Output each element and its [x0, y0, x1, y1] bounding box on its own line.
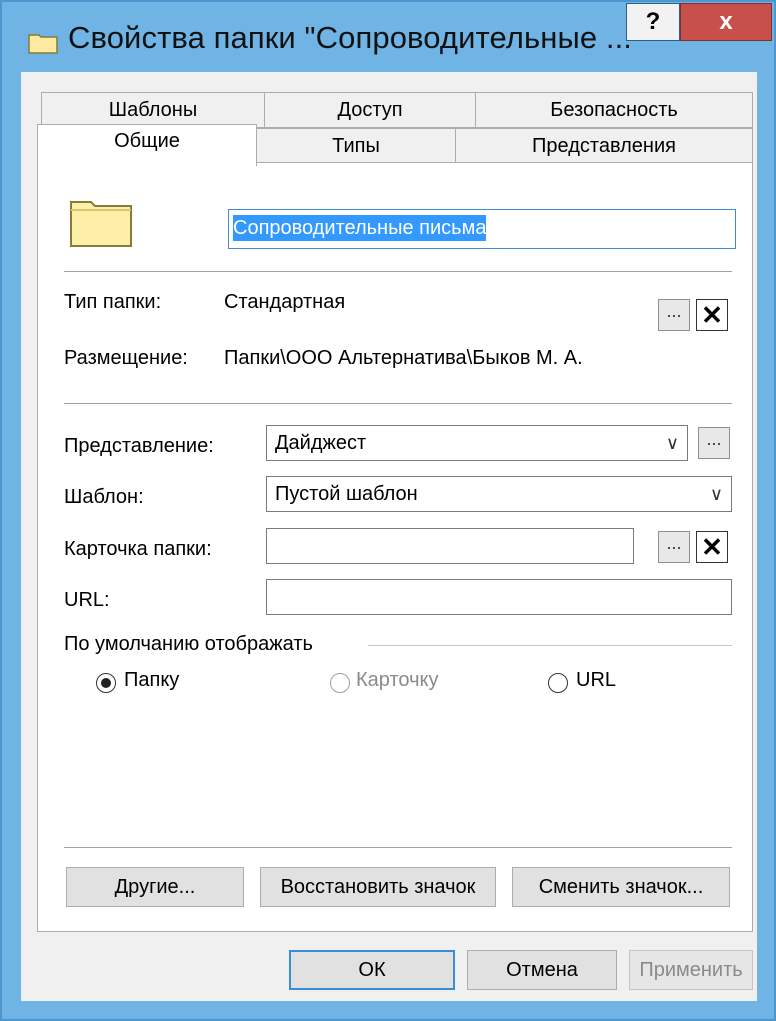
view-select[interactable]: Дайджест ∨ — [266, 425, 688, 461]
card-clear-button[interactable]: ✕ — [696, 531, 728, 563]
chevron-down-icon: ∨ — [665, 433, 679, 453]
close-icon: ✕ — [701, 532, 723, 562]
card-label: Карточка папки: — [64, 538, 212, 560]
tab-types[interactable]: Типы — [256, 128, 456, 164]
folder-name-input[interactable]: Сопроводительные письма — [228, 209, 736, 249]
folder-type-label: Тип папки: — [64, 291, 162, 313]
change-icon-button[interactable]: Сменить значок... — [512, 867, 730, 907]
close-button[interactable]: x — [680, 3, 772, 41]
radio-card — [330, 673, 350, 693]
card-input[interactable] — [266, 528, 634, 564]
title-bar[interactable]: Свойства папки "Сопроводительные ... ? x — [2, 2, 774, 72]
radio-url[interactable] — [548, 673, 568, 693]
view-browse-button[interactable]: ... — [698, 427, 730, 459]
group-separator — [368, 645, 732, 646]
template-select[interactable]: Пустой шаблон ∨ — [266, 476, 732, 512]
help-button[interactable]: ? — [626, 3, 680, 41]
url-input[interactable] — [266, 579, 732, 615]
default-display-label: По умолчанию отображать — [64, 633, 313, 655]
chevron-down-icon: ∨ — [709, 484, 723, 504]
folder-icon — [28, 34, 58, 54]
template-label: Шаблон: — [64, 486, 144, 508]
restore-icon-button[interactable]: Восстановить значок — [260, 867, 496, 907]
card-browse-button[interactable]: ... — [658, 531, 690, 563]
folder-name-value: Сопроводительные письма — [233, 215, 487, 241]
properties-dialog: Свойства папки "Сопроводительные ... ? x… — [0, 0, 776, 1021]
folder-type-clear-button[interactable]: ✕ — [696, 299, 728, 331]
separator — [64, 271, 732, 272]
separator — [64, 403, 732, 404]
location-label: Размещение: — [64, 347, 188, 369]
folder-type-value: Стандартная — [224, 291, 346, 313]
cancel-button[interactable]: Отмена — [467, 950, 617, 990]
dialog-content: Шаблоны Доступ Безопасность Общие Типы П… — [21, 72, 757, 1001]
view-label: Представление: — [64, 435, 214, 457]
ok-button[interactable]: ОК — [289, 950, 455, 990]
location-value: Папки\ООО Альтернатива\Быков М. А. — [224, 347, 583, 369]
folder-large-icon — [70, 201, 132, 247]
radio-card-label: Карточку — [356, 669, 439, 691]
other-button[interactable]: Другие... — [66, 867, 244, 907]
tab-views[interactable]: Представления — [455, 128, 753, 164]
tab-security[interactable]: Безопасность — [475, 92, 753, 128]
window-title: Свойства папки "Сопроводительные ... — [68, 20, 633, 55]
radio-folder-label[interactable]: Папку — [124, 669, 179, 692]
separator — [64, 847, 732, 848]
tab-templates[interactable]: Шаблоны — [41, 92, 265, 128]
radio-url-label[interactable]: URL — [576, 669, 616, 692]
general-panel: Сопроводительные письма Тип папки: Станд… — [37, 162, 753, 932]
tab-access[interactable]: Доступ — [264, 92, 476, 128]
folder-type-browse-button[interactable]: ... — [658, 299, 690, 331]
tab-general[interactable]: Общие — [37, 124, 257, 166]
view-value: Дайджест — [275, 432, 367, 454]
radio-folder[interactable] — [96, 673, 116, 693]
url-label: URL: — [64, 589, 110, 611]
close-icon: ✕ — [701, 300, 723, 330]
template-value: Пустой шаблон — [275, 483, 418, 505]
apply-button: Применить — [629, 950, 753, 990]
